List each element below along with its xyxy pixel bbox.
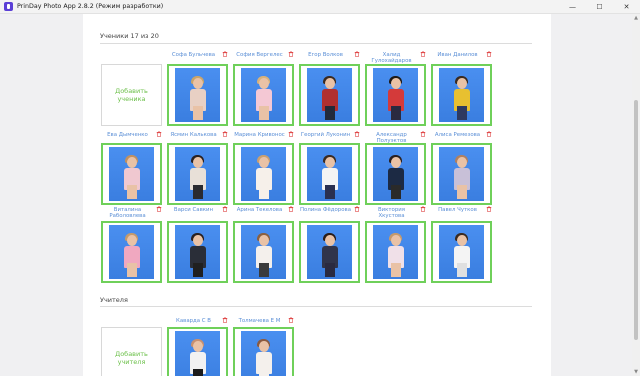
student-name[interactable]: Виталина Раболовлева xyxy=(101,207,154,220)
trash-icon[interactable] xyxy=(222,131,228,137)
trash-icon[interactable] xyxy=(288,206,294,212)
student-name[interactable]: Георгий Луконин xyxy=(299,132,352,138)
student-photo-frame[interactable] xyxy=(299,64,360,126)
trash-icon[interactable] xyxy=(222,51,228,57)
student-photo-frame[interactable] xyxy=(101,143,162,205)
student-photo xyxy=(439,68,484,122)
student-photo-frame[interactable] xyxy=(233,64,294,126)
student-photo xyxy=(439,147,484,201)
scroll-down-arrow-icon[interactable]: ▼ xyxy=(633,369,639,375)
trash-icon[interactable] xyxy=(486,51,492,57)
student-name[interactable]: Иван Данилов xyxy=(431,52,484,58)
student-photo-frame[interactable] xyxy=(167,221,228,283)
student-photo xyxy=(307,225,352,279)
student-name[interactable]: Арина Текелова xyxy=(233,207,286,213)
trash-icon[interactable] xyxy=(156,131,162,137)
student-name[interactable]: Егор Волков xyxy=(299,52,352,58)
trash-icon[interactable] xyxy=(288,317,294,323)
trash-icon[interactable] xyxy=(222,317,228,323)
vertical-scrollbar[interactable]: ▲ ▼ xyxy=(632,14,640,376)
window-title: PrinDay Photo App 2.8.2 (Режим разработк… xyxy=(17,3,164,10)
teacher-photo-frame[interactable] xyxy=(233,327,294,376)
student-name[interactable]: Халид Гулохайдаров xyxy=(365,52,418,65)
app-logo-icon xyxy=(4,2,13,11)
minimize-button[interactable]: — xyxy=(559,0,586,14)
trash-icon[interactable] xyxy=(354,206,360,212)
student-name[interactable]: Ева Дымченко xyxy=(101,132,154,138)
student-photo-frame[interactable] xyxy=(365,143,426,205)
maximize-button[interactable]: ☐ xyxy=(586,0,613,14)
student-photo-frame[interactable] xyxy=(299,221,360,283)
student-photo-frame[interactable] xyxy=(365,221,426,283)
trash-icon[interactable] xyxy=(354,131,360,137)
student-photo-frame[interactable] xyxy=(233,143,294,205)
close-button[interactable]: ✕ xyxy=(613,0,640,14)
student-photo-frame[interactable] xyxy=(299,143,360,205)
student-photo xyxy=(307,147,352,201)
window-titlebar: PrinDay Photo App 2.8.2 (Режим разработк… xyxy=(0,0,640,14)
trash-icon[interactable] xyxy=(222,206,228,212)
trash-icon[interactable] xyxy=(420,51,426,57)
student-photo-frame[interactable] xyxy=(431,143,492,205)
album-page: Ученики 17 из 20 Добавить ученика Учител… xyxy=(83,14,551,376)
student-photo xyxy=(109,147,154,201)
student-photo xyxy=(307,68,352,122)
student-photo xyxy=(175,147,220,201)
student-name[interactable]: Марина Кривонос xyxy=(233,132,286,138)
student-photo-frame[interactable] xyxy=(167,64,228,126)
student-name[interactable]: Павел Чутков xyxy=(431,207,484,213)
scrollbar-thumb[interactable] xyxy=(634,100,638,340)
teacher-photo-frame[interactable] xyxy=(167,327,228,376)
trash-icon[interactable] xyxy=(486,131,492,137)
student-photo-frame[interactable] xyxy=(101,221,162,283)
student-name[interactable]: Виктория Хкустова xyxy=(365,207,418,220)
student-photo-frame[interactable] xyxy=(431,64,492,126)
student-photo-frame[interactable] xyxy=(365,64,426,126)
student-name[interactable]: София Вергелес xyxy=(233,52,286,58)
add-student-button[interactable]: Добавить ученика xyxy=(101,64,162,126)
student-photo-frame[interactable] xyxy=(167,143,228,205)
trash-icon[interactable] xyxy=(420,131,426,137)
teacher-name[interactable]: Каварда С В xyxy=(167,318,220,324)
student-photo xyxy=(241,225,286,279)
student-photo xyxy=(241,147,286,201)
trash-icon[interactable] xyxy=(288,131,294,137)
student-name[interactable]: Ясмин Калькова xyxy=(167,132,220,138)
window-controls: — ☐ ✕ xyxy=(559,0,640,14)
student-photo-frame[interactable] xyxy=(233,221,294,283)
add-teacher-button[interactable]: Добавить учителя xyxy=(101,327,162,376)
teacher-photo xyxy=(241,331,286,376)
teachers-section-divider xyxy=(100,306,532,307)
student-photo xyxy=(373,225,418,279)
students-section-divider xyxy=(100,43,532,44)
students-section-title: Ученики 17 из 20 xyxy=(100,32,159,40)
student-photo xyxy=(175,68,220,122)
student-name[interactable]: Полина Фёдорова xyxy=(299,207,352,213)
student-photo-frame[interactable] xyxy=(431,221,492,283)
teacher-name[interactable]: Толмачева Е М xyxy=(233,318,286,324)
trash-icon[interactable] xyxy=(288,51,294,57)
student-name[interactable]: Алиса Ремезова xyxy=(431,132,484,138)
student-photo xyxy=(439,225,484,279)
student-name[interactable]: Софа Бульчева xyxy=(167,52,220,58)
trash-icon[interactable] xyxy=(420,206,426,212)
scroll-up-arrow-icon[interactable]: ▲ xyxy=(633,15,639,21)
teacher-photo xyxy=(175,331,220,376)
teachers-section-title: Учителя xyxy=(100,296,128,304)
student-photo xyxy=(241,68,286,122)
trash-icon[interactable] xyxy=(486,206,492,212)
student-photo xyxy=(373,147,418,201)
student-photo xyxy=(175,225,220,279)
trash-icon[interactable] xyxy=(354,51,360,57)
student-name[interactable]: Варси Савкин xyxy=(167,207,220,213)
content-area: Ученики 17 из 20 Добавить ученика Учител… xyxy=(0,14,632,376)
student-photo xyxy=(373,68,418,122)
student-photo xyxy=(109,225,154,279)
trash-icon[interactable] xyxy=(156,206,162,212)
